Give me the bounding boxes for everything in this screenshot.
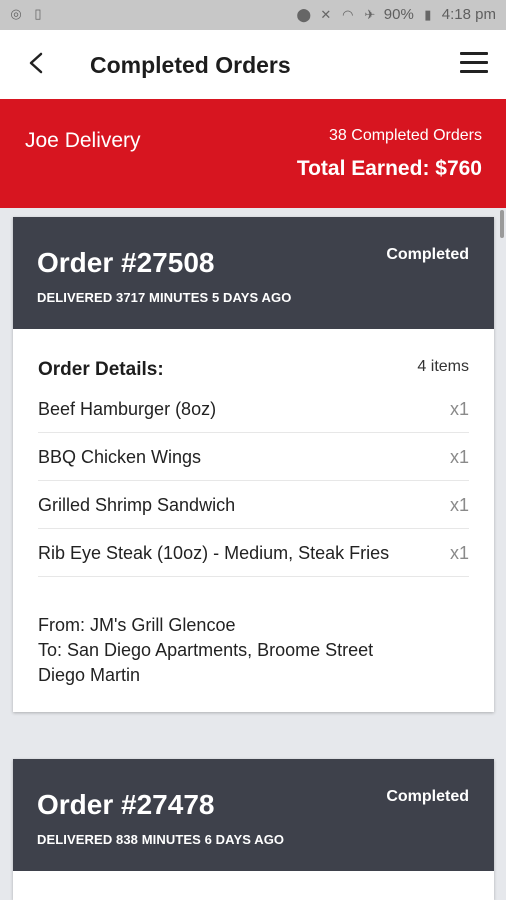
- order-number: Order #27508: [37, 247, 215, 278]
- list-item: Beef Hamburger (8oz) x1: [38, 385, 469, 433]
- summary-banner: Joe Delivery 38 Completed Orders Total E…: [0, 99, 506, 208]
- item-name: Grilled Shrimp Sandwich: [38, 495, 236, 515]
- list-item: Rib Eye Steak (10oz) - Medium, Steak Fri…: [38, 529, 469, 577]
- to-address-line2: Diego Martin: [38, 665, 141, 685]
- list-item: Grilled Shrimp Sandwich x1: [38, 481, 469, 529]
- delivered-time: DELIVERED 3717 MINUTES 5 DAYS AGO: [37, 290, 292, 305]
- battery-percent: 90%: [383, 6, 414, 23]
- address-block: From: JM's Grill Glencoe To: San Diego A…: [38, 577, 469, 712]
- driver-name: Joe Delivery: [25, 129, 141, 152]
- page-title: Completed Orders: [90, 52, 291, 78]
- item-name: BBQ Chicken Wings: [38, 447, 202, 467]
- delivered-time: DELIVERED 838 MINUTES 6 DAYS AGO: [37, 832, 285, 847]
- menu-button[interactable]: [460, 52, 488, 76]
- item-name: Beef Hamburger (8oz): [38, 399, 217, 419]
- airplane-icon: ✈: [364, 6, 376, 22]
- order-card[interactable]: Order #27508 Completed DELIVERED 3717 MI…: [13, 217, 494, 712]
- item-qty: x1: [449, 495, 469, 515]
- battery-icon: ▮: [424, 6, 432, 22]
- scrollbar[interactable]: [500, 210, 504, 238]
- order-card[interactable]: Order #27478 Completed DELIVERED 838 MIN…: [13, 759, 494, 900]
- menu-icon: [460, 52, 488, 55]
- chevron-left-icon: [29, 52, 43, 74]
- list-item: BBQ Chicken Wings x1: [38, 433, 469, 481]
- item-qty: x1: [449, 543, 469, 563]
- to-address: To: San Diego Apartments, Broome Street: [38, 640, 374, 660]
- item-qty: x1: [449, 399, 469, 419]
- total-earned: Total Earned: $760: [296, 157, 482, 180]
- status-badge: Completed: [386, 788, 469, 805]
- items-count: 4 items: [417, 358, 469, 375]
- app-bar: Completed Orders: [0, 30, 506, 99]
- status-badge: Completed: [386, 246, 469, 263]
- clock: 4:18 pm: [441, 6, 496, 23]
- device-icon: ▯: [34, 6, 42, 21]
- location-icon: ⬤: [296, 6, 312, 22]
- order-details-label: Order Details:: [38, 359, 164, 380]
- order-card-header: Order #27508 Completed DELIVERED 3717 MI…: [13, 217, 494, 329]
- from-address: From: JM's Grill Glencoe: [38, 615, 236, 635]
- status-bar: ◎ ▯ ⬤ ✕ ◠ ✈ 90% ▮ 4:18 pm: [0, 0, 506, 30]
- sync-icon: ◎: [10, 6, 22, 21]
- order-card-header: Order #27478 Completed DELIVERED 838 MIN…: [13, 759, 494, 871]
- wifi-icon: ◠: [342, 6, 354, 22]
- completed-count: 38 Completed Orders: [329, 127, 482, 144]
- item-name: Rib Eye Steak (10oz) - Medium, Steak Fri…: [38, 543, 390, 563]
- order-number: Order #27478: [37, 789, 215, 820]
- item-qty: x1: [449, 447, 469, 467]
- mute-icon: ✕: [320, 6, 332, 22]
- back-button[interactable]: [22, 48, 52, 78]
